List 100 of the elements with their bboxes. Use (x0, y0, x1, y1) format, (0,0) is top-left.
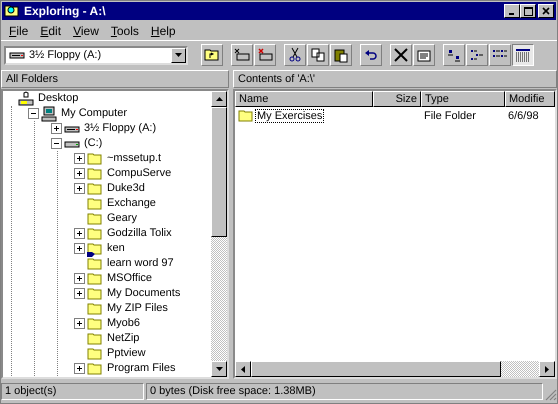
file-name[interactable]: My Exercises (256, 110, 324, 122)
file-date: 6/6/98 (507, 110, 540, 122)
status-text: 1 object(s) (1, 382, 144, 400)
tree-item[interactable]: My Computer (59, 107, 130, 120)
folder-icon (87, 360, 103, 376)
tree-item[interactable]: ~mssetup.t (105, 152, 164, 165)
plus-icon (75, 169, 84, 178)
folder-icon (87, 316, 103, 332)
tree-item[interactable]: (C:) (82, 137, 104, 150)
tree-item[interactable]: Duke3d (105, 182, 147, 195)
plus-icon (75, 184, 84, 193)
expand-toggle[interactable] (74, 318, 85, 329)
scissors-icon (287, 47, 303, 63)
column-header[interactable]: Type (421, 91, 505, 107)
copy-button[interactable] (307, 44, 329, 66)
tree-item[interactable]: Program Files (105, 362, 178, 375)
scroll-left-icon[interactable] (235, 361, 251, 377)
column-header[interactable]: Modifie (505, 91, 555, 107)
folder-icon (87, 300, 103, 316)
tree-item[interactable]: Geary (105, 212, 139, 225)
tree-item[interactable]: NetZip (105, 332, 142, 345)
disconnect-drive-button[interactable] (254, 44, 276, 66)
small-icons-icon (469, 47, 485, 63)
scroll-down-icon[interactable] (211, 361, 227, 377)
maximize-button[interactable] (520, 4, 536, 18)
tree-item[interactable]: 3½ Floppy (A:) (82, 122, 158, 135)
expand-toggle[interactable] (74, 183, 85, 194)
tree-item[interactable]: My Documents (105, 287, 182, 300)
details-icon (515, 47, 531, 63)
folder-icon (87, 196, 103, 212)
tree-item[interactable]: Desktop (36, 92, 80, 105)
expand-toggle[interactable] (74, 288, 85, 299)
properties-button[interactable] (413, 44, 435, 66)
file-type: File Folder (423, 110, 477, 122)
minimize-button[interactable] (504, 4, 520, 18)
expand-toggle[interactable] (51, 123, 62, 134)
menu-item[interactable]: View (67, 24, 105, 38)
address-dropdown[interactable]: 3½ Floppy (A:) (4, 46, 188, 64)
horizontal-scrollbar[interactable] (235, 361, 555, 377)
folder-icon (87, 240, 103, 256)
menu-item[interactable]: File (3, 24, 34, 38)
menu-item[interactable]: Edit (34, 24, 68, 38)
tree-item[interactable]: Exchange (105, 197, 158, 210)
tree-item[interactable]: Godzilla Tolix (105, 227, 174, 240)
computer-icon (41, 106, 57, 122)
up-folder-icon (204, 47, 220, 63)
plus-icon (75, 319, 84, 328)
expand-toggle[interactable] (74, 273, 85, 284)
window-title: Exploring - A:\ (24, 4, 107, 18)
folder-icon (87, 256, 103, 272)
plus-icon (75, 364, 84, 373)
pane-header: All Folders (1, 70, 229, 88)
up-folder-button[interactable] (201, 44, 223, 66)
folder-icon (87, 346, 103, 362)
cut-button[interactable] (284, 44, 306, 66)
drive-icon (257, 47, 273, 63)
column-header[interactable]: Name (235, 91, 373, 107)
delete-button[interactable] (390, 44, 412, 66)
scroll-right-icon[interactable] (539, 361, 555, 377)
expand-toggle[interactable] (74, 243, 85, 254)
folder-icon (87, 270, 103, 286)
tree-item[interactable]: My ZIP Files (105, 302, 170, 315)
plus-icon (75, 289, 84, 298)
tree-item[interactable]: Pptview (105, 347, 148, 360)
undo-button[interactable] (360, 44, 382, 66)
close-button[interactable] (538, 4, 554, 18)
expand-toggle[interactable] (74, 228, 85, 239)
tree-item[interactable]: Myob6 (105, 317, 142, 330)
status-text: 0 bytes (Disk free space: 1.38MB) (146, 382, 543, 400)
collapse-toggle[interactable] (28, 108, 39, 119)
copy-icon (310, 47, 326, 63)
tree-item[interactable]: ken (105, 242, 127, 255)
folder-icon (87, 330, 103, 346)
column-header[interactable]: Size (373, 91, 421, 107)
scroll-thumb[interactable] (211, 107, 227, 237)
expand-toggle[interactable] (74, 363, 85, 374)
folder-icon (87, 226, 103, 242)
large-icons-icon (446, 47, 462, 63)
folder-icon (87, 210, 103, 226)
tree-item[interactable]: CompuServe (105, 167, 174, 180)
plus-icon (75, 244, 84, 253)
view-button[interactable] (512, 44, 534, 66)
folder-icon (87, 180, 103, 196)
vertical-scrollbar[interactable] (211, 91, 227, 377)
collapse-toggle[interactable] (51, 138, 62, 149)
menu-item[interactable]: Tools (104, 24, 145, 38)
maximize-icon (524, 6, 532, 16)
expand-toggle[interactable] (74, 153, 85, 164)
menu-item[interactable]: Help (144, 24, 182, 38)
expand-toggle[interactable] (74, 168, 85, 179)
scroll-up-icon[interactable] (211, 91, 227, 107)
tree-item[interactable]: learn word 97 (105, 257, 176, 270)
tree-item[interactable]: MSOffice (105, 272, 154, 285)
scroll-thumb[interactable] (251, 361, 501, 377)
explorer-icon (4, 3, 20, 19)
plus-icon (75, 274, 84, 283)
paste-button[interactable] (330, 44, 352, 66)
plus-icon (52, 124, 61, 133)
map-drive-button[interactable] (231, 44, 253, 66)
folder-icon (87, 150, 103, 166)
